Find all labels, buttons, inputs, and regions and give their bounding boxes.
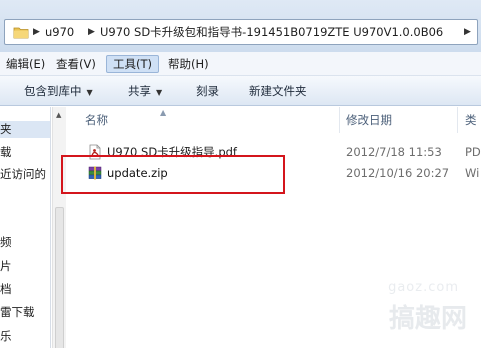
file-list: ▲ 名称 修改日期 类 U970 SD卡升级指导.pdf 2012/7/18 1… bbox=[67, 107, 481, 348]
breadcrumb-current-folder[interactable]: U970 SD卡升级包和指导书-191451B0719ZTE U970V1.0.… bbox=[100, 24, 443, 41]
dropdown-arrow-icon: ▼ bbox=[156, 88, 163, 97]
file-modified-date: 2012/10/16 20:27 bbox=[346, 166, 450, 180]
navigation-scrollbar[interactable]: ▲ bbox=[52, 107, 66, 348]
share-label: 共享 bbox=[128, 84, 151, 98]
sort-ascending-icon: ▲ bbox=[160, 108, 167, 117]
column-divider[interactable] bbox=[457, 107, 458, 133]
column-header-name[interactable]: 名称 bbox=[85, 107, 108, 133]
include-in-library-label: 包含到库中 bbox=[24, 84, 82, 98]
column-header-modified[interactable]: 修改日期 bbox=[346, 107, 392, 133]
breadcrumb-separator[interactable]: ▶ bbox=[33, 24, 40, 41]
breadcrumb-separator[interactable]: ▶ bbox=[464, 24, 471, 41]
burn-label: 刻录 bbox=[196, 84, 219, 98]
highlight-box bbox=[61, 155, 285, 194]
folder-icon bbox=[13, 27, 29, 39]
burn-button[interactable]: 刻录 bbox=[196, 82, 219, 100]
nav-recent-places[interactable]: 近访问的 bbox=[0, 166, 46, 183]
navigation-pane: 夹 载 近访问的 频 片 档 雷下载 乐 bbox=[0, 107, 51, 348]
share-button[interactable]: 共享 ▼ bbox=[128, 82, 162, 100]
dropdown-arrow-icon: ▼ bbox=[86, 88, 93, 97]
column-header-type[interactable]: 类 bbox=[465, 107, 477, 133]
nav-downloads[interactable]: 载 bbox=[0, 144, 12, 161]
nav-videos[interactable]: 频 bbox=[0, 234, 12, 251]
breadcrumb-separator[interactable]: ▶ bbox=[88, 24, 95, 41]
nav-music[interactable]: 乐 bbox=[0, 328, 12, 345]
file-type: PD bbox=[465, 145, 481, 159]
file-type: Wi bbox=[465, 166, 480, 180]
column-divider[interactable] bbox=[339, 107, 340, 133]
menu-help[interactable]: 帮助(H) bbox=[162, 55, 215, 73]
menu-bar: 编辑(E) 查看(V) 工具(T) 帮助(H) bbox=[0, 52, 481, 76]
nav-thunder-downloads[interactable]: 雷下载 bbox=[0, 304, 35, 321]
breadcrumb-u970[interactable]: u970 bbox=[45, 24, 74, 41]
menu-edit[interactable]: 编辑(E) bbox=[0, 55, 51, 73]
nav-favorites[interactable]: 夹 bbox=[0, 121, 50, 138]
address-bar-area: ▶ u970 ▶ U970 SD卡升级包和指导书-191451B0719ZTE … bbox=[0, 0, 481, 52]
include-in-library-button[interactable]: 包含到库中 ▼ bbox=[24, 82, 93, 100]
menu-tools[interactable]: 工具(T) bbox=[106, 55, 159, 73]
new-folder-label: 新建文件夹 bbox=[249, 84, 307, 98]
new-folder-button[interactable]: 新建文件夹 bbox=[249, 82, 307, 100]
nav-documents[interactable]: 档 bbox=[0, 281, 12, 298]
file-modified-date: 2012/7/18 11:53 bbox=[346, 145, 442, 159]
scrollbar-thumb[interactable] bbox=[55, 207, 64, 348]
scroll-up-arrow-icon[interactable]: ▲ bbox=[56, 111, 61, 119]
address-box[interactable]: ▶ u970 ▶ U970 SD卡升级包和指导书-191451B0719ZTE … bbox=[4, 19, 478, 45]
command-bar: 包含到库中 ▼ 共享 ▼ 刻录 新建文件夹 bbox=[0, 76, 481, 106]
nav-pictures[interactable]: 片 bbox=[0, 258, 12, 275]
menu-view[interactable]: 查看(V) bbox=[50, 55, 102, 73]
